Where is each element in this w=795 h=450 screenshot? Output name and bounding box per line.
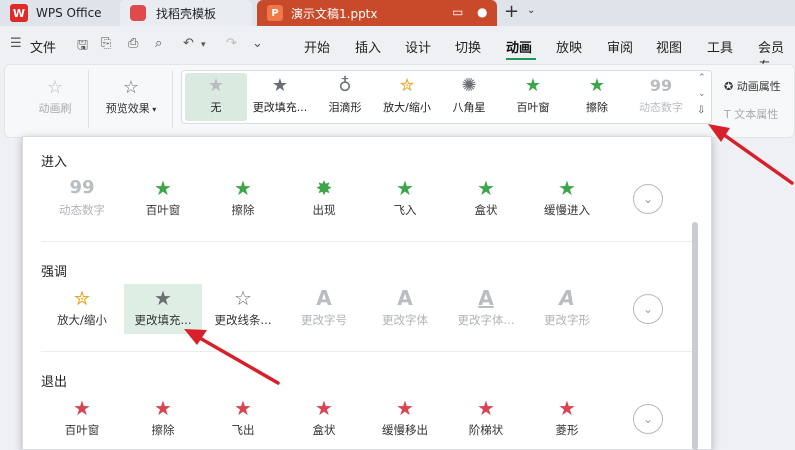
arrow-to-change-fill <box>184 329 280 385</box>
annotation-arrows <box>184 124 794 385</box>
arrow-to-gallery-expand <box>708 124 794 185</box>
